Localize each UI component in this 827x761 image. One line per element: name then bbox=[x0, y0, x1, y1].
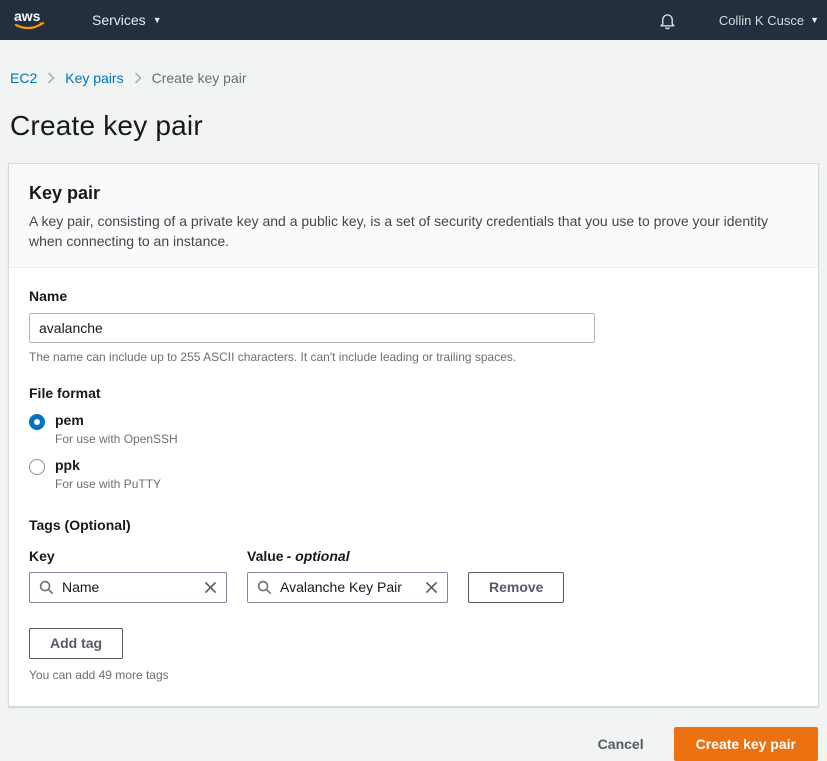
file-format-label: File format bbox=[29, 385, 798, 401]
tag-key-column: Key bbox=[29, 548, 227, 603]
tag-key-input[interactable] bbox=[62, 579, 196, 595]
tag-value-label-text: Value bbox=[247, 548, 284, 564]
tag-value-input-box bbox=[247, 572, 448, 603]
breadcrumb: EC2 Key pairs Create key pair bbox=[0, 40, 827, 86]
breadcrumb-current: Create key pair bbox=[152, 70, 247, 86]
remove-tag-button[interactable]: Remove bbox=[468, 572, 564, 603]
breadcrumb-separator-icon bbox=[134, 72, 142, 84]
key-pair-card: Key pair A key pair, consisting of a pri… bbox=[8, 163, 819, 707]
tag-value-optional-text: - optional bbox=[287, 548, 350, 564]
radio-unselected-icon[interactable] bbox=[29, 459, 45, 475]
file-format-group: File format pem For use with OpenSSH ppk… bbox=[29, 385, 798, 491]
clear-key-button[interactable] bbox=[204, 581, 217, 594]
cancel-button[interactable]: Cancel bbox=[598, 736, 644, 752]
tags-section: Tags (Optional) Key Value- bbox=[29, 517, 798, 682]
clear-value-button[interactable] bbox=[425, 581, 438, 594]
name-helper-text: The name can include up to 255 ASCII cha… bbox=[29, 350, 798, 364]
radio-selected-icon[interactable] bbox=[29, 414, 45, 430]
footer-actions: Cancel Create key pair bbox=[8, 727, 818, 761]
page-title: Create key pair bbox=[10, 110, 827, 142]
ppk-description: For use with PuTTY bbox=[55, 477, 161, 491]
tag-value-label: Value- optional bbox=[247, 548, 448, 564]
aws-logo-icon: aws bbox=[12, 7, 48, 33]
account-menu[interactable]: Collin K Cusce ▼ bbox=[719, 13, 819, 28]
radio-option-pem[interactable]: pem For use with OpenSSH bbox=[29, 412, 798, 446]
radio-option-ppk[interactable]: ppk For use with PuTTY bbox=[29, 457, 798, 491]
card-title: Key pair bbox=[29, 183, 798, 204]
tag-value-column: Value- optional bbox=[247, 548, 448, 603]
close-icon bbox=[425, 581, 438, 594]
pem-label: pem bbox=[55, 412, 178, 428]
pem-description: For use with OpenSSH bbox=[55, 432, 178, 446]
add-tag-button[interactable]: Add tag bbox=[29, 628, 123, 659]
search-icon bbox=[257, 580, 272, 595]
chevron-down-icon: ▼ bbox=[810, 15, 819, 25]
ppk-label: ppk bbox=[55, 457, 161, 473]
tag-value-input[interactable] bbox=[280, 579, 417, 595]
aws-logo[interactable]: aws bbox=[12, 7, 48, 33]
search-icon bbox=[39, 580, 54, 595]
tags-remaining-text: You can add 49 more tags bbox=[29, 668, 798, 682]
key-pair-name-input[interactable] bbox=[29, 313, 595, 343]
user-name: Collin K Cusce bbox=[719, 13, 804, 28]
services-label: Services bbox=[92, 12, 146, 28]
services-menu[interactable]: Services ▼ bbox=[92, 12, 162, 28]
tag-key-label: Key bbox=[29, 548, 227, 564]
card-body: Name The name can include up to 255 ASCI… bbox=[9, 268, 818, 706]
breadcrumb-ec2[interactable]: EC2 bbox=[10, 70, 37, 86]
bell-icon bbox=[658, 11, 677, 30]
notifications-button[interactable] bbox=[658, 11, 677, 30]
create-key-pair-button[interactable]: Create key pair bbox=[674, 727, 818, 761]
close-icon bbox=[204, 581, 217, 594]
tags-label: Tags (Optional) bbox=[29, 517, 798, 533]
tag-row: Key Value- optional bbox=[29, 548, 798, 603]
chevron-down-icon: ▼ bbox=[153, 15, 162, 25]
name-label: Name bbox=[29, 288, 67, 304]
top-navigation-bar: aws Services ▼ Collin K Cusce ▼ bbox=[0, 0, 827, 40]
card-description: A key pair, consisting of a private key … bbox=[29, 211, 798, 252]
breadcrumb-separator-icon bbox=[47, 72, 55, 84]
card-header: Key pair A key pair, consisting of a pri… bbox=[9, 164, 818, 268]
tag-key-input-box bbox=[29, 572, 227, 603]
svg-text:aws: aws bbox=[14, 8, 41, 24]
breadcrumb-key-pairs[interactable]: Key pairs bbox=[65, 70, 123, 86]
